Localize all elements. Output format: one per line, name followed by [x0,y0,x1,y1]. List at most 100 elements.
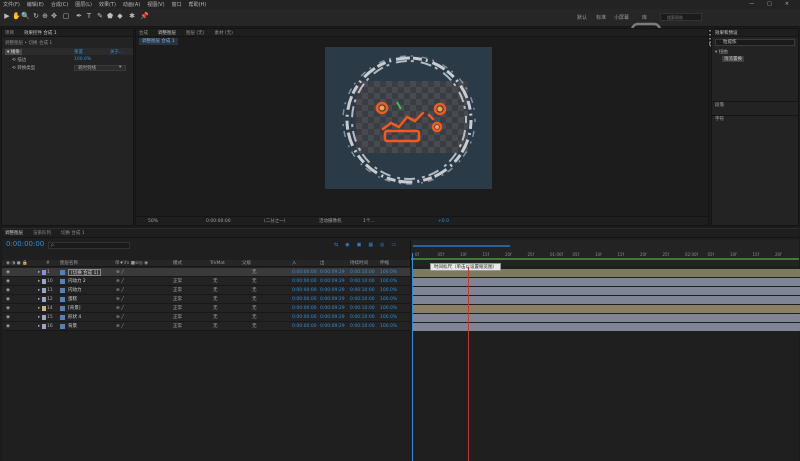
layer-duration[interactable]: 0:00:10:00 [350,268,375,277]
layer-name[interactable]: 闪动力 2 [68,277,86,286]
layer-search-input[interactable]: ρ. [48,242,130,249]
effect-row-transition-type[interactable]: ⟲ 转换类型 耗时到线 ▾ [2,64,133,71]
graph-editor-icon[interactable]: ▭ [391,242,396,248]
layer-mode[interactable]: 正常 [173,313,182,322]
menu-file[interactable]: 文件(F) [3,1,20,8]
tab-effects-presets[interactable]: 效果和预设 [715,30,738,36]
layer-row[interactable]: ◉ ▸ 12 蛋糕 正常 无 无 0:00:00:00 0:00:09:29 0:00:10:00… [2,295,410,304]
tab-layer-none[interactable]: 图层 (无) [186,30,204,36]
layer-parent[interactable]: 无 [252,268,257,277]
camera-dropdown[interactable]: 活动摄像机 [319,218,342,224]
layer-name[interactable]: 蛋糕 [68,295,77,304]
layer-switches-icon[interactable]: ⊕ ╱ [116,295,124,304]
tab-render-queue[interactable]: 渲染队列 [33,230,51,236]
minimize-button[interactable]: — [749,1,754,7]
layer-trkmat[interactable]: 无 [213,322,218,331]
layer-duration-bar[interactable] [412,305,800,313]
layer-out[interactable]: 0:00:09:29 [320,286,345,295]
layer-out[interactable]: 0:00:09:29 [320,268,345,277]
effect-row-lines[interactable]: ▾ 线条 重置 关于... [2,48,133,55]
effect-about-link[interactable]: 关于... [110,49,123,55]
layer-duration-bar[interactable] [412,278,800,286]
layer-duration[interactable]: 0:00:10:00 [350,322,375,331]
workspace-small-screen[interactable]: 小屏幕 [614,14,629,21]
layer-duration-bar[interactable] [412,287,800,295]
brush-tool-icon[interactable]: ✎ [96,12,104,21]
current-time-indicator[interactable] [412,253,413,461]
work-area-bar[interactable] [413,245,510,247]
layer-switches-icon[interactable]: ⊕ ╱ [116,304,124,313]
layer-duration[interactable]: 0:00:10:00 [350,304,375,313]
layer-switches-icon[interactable]: ⊕ ╱ [116,286,124,295]
tab-timeline-adjustment[interactable]: 调整图层 [5,230,23,236]
layer-stretch[interactable]: 100.0% [380,322,397,331]
header-mode[interactable]: 模式 [173,260,182,267]
layer-mode[interactable]: 正常 [173,322,182,331]
draft-3d-icon[interactable]: ◉ [345,242,349,248]
layer-row[interactable]: ◉ ▸ 1 [切换 合成 1] 无 0:00:00:00 0:00:09:29 0:00:10… [2,268,410,277]
layer-parent[interactable]: 无 [252,295,257,304]
layer-mode[interactable]: 正常 [173,286,182,295]
layer-parent[interactable]: 无 [252,304,257,313]
layer-trkmat[interactable]: 无 [213,313,218,322]
layer-in[interactable]: 0:00:00:00 [292,322,317,331]
layer-parent[interactable]: 无 [252,286,257,295]
playhead-marker[interactable] [468,267,469,461]
magnification-dropdown[interactable]: 50% [148,219,158,224]
layer-out[interactable]: 0:00:09:29 [320,322,345,331]
layer-switches-icon[interactable]: ⊕ ╱ [116,277,124,286]
viewer-subtab[interactable]: 调整图层 合成 1 [139,38,178,45]
expand-arrow-icon[interactable]: ▸ [38,268,40,277]
layer-in[interactable]: 0:00:00:00 [292,286,317,295]
layer-stretch[interactable]: 100.0% [380,304,397,313]
layer-trkmat[interactable]: 无 [213,295,218,304]
expand-arrow-icon[interactable]: ▸ [38,286,40,295]
tab-effect-controls[interactable]: 效果控件 合成 1 [24,30,57,36]
tab-composition[interactable]: 合成 [139,30,148,36]
layer-stretch[interactable]: 100.0% [380,277,397,286]
eye-icon[interactable]: ◉ [6,286,10,295]
layer-stretch[interactable]: 100.0% [380,313,397,322]
menu-view[interactable]: 视图(V) [147,1,164,8]
frame-blending-icon[interactable]: ▦ [368,242,373,248]
shy-layers-icon[interactable]: ▣ [357,242,362,248]
views-dropdown[interactable]: 1个... [363,218,375,224]
layer-stretch[interactable]: 100.0% [380,286,397,295]
layer-label-color[interactable] [42,315,46,320]
eye-icon[interactable]: ◉ [6,322,10,331]
paragraph-panel-header[interactable]: 段落 [712,101,798,109]
layer-name[interactable]: [背景] [68,304,81,313]
layer-out[interactable]: 0:00:09:29 [320,313,345,322]
layer-label-color[interactable] [42,324,46,329]
effect-row-stroke[interactable]: ⟲ 描边 100.0% [2,56,133,63]
layer-duration[interactable]: 0:00:10:00 [350,295,375,304]
layer-switches-icon[interactable]: ⊕ ╱ [116,313,124,322]
header-parent[interactable]: 父级 [242,260,251,267]
type-tool-icon[interactable]: T [85,12,93,21]
header-trkmat[interactable]: TrkMat [210,260,225,267]
menu-window[interactable]: 窗口 [172,1,182,8]
layer-duration-bar[interactable] [412,323,800,331]
workspace-standard[interactable]: 标准 [596,14,606,21]
tab-switch-comp[interactable]: 切换 合成 1 [61,230,85,236]
eye-icon[interactable]: ◉ [6,304,10,313]
character-panel-header[interactable]: 字符 [712,115,798,123]
layer-duration[interactable]: 0:00:10:00 [350,277,375,286]
layer-row[interactable]: ◉ ▸ 15 形状 4 正常 无 无 0:00:00:00 0:00:09:29 0:00:10:… [2,313,410,322]
layer-parent[interactable]: 无 [252,322,257,331]
menu-help[interactable]: 帮助(H) [189,1,207,8]
layer-label-color[interactable] [42,270,46,275]
tree-item-distort[interactable]: ▾ 扭曲 [712,48,798,55]
effect-reset-link[interactable]: 重置 [74,49,83,55]
layer-out[interactable]: 0:00:09:29 [320,295,345,304]
comp-flowchart-icon[interactable]: ⇆ [334,242,338,248]
tab-footage-none[interactable]: 素材 (无) [214,30,232,36]
maximize-button[interactable]: □ [767,1,772,7]
expand-arrow-icon[interactable]: ▸ [38,277,40,286]
rotate-tool-icon[interactable]: ↻ [32,12,40,21]
menu-effect[interactable]: 效果(T) [99,1,116,8]
tree-item-turbulent-displace[interactable]: 湍流置换 [712,55,798,62]
layer-in[interactable]: 0:00:00:00 [292,304,317,313]
layer-in[interactable]: 0:00:00:00 [292,277,317,286]
layer-label-color[interactable] [42,297,46,302]
